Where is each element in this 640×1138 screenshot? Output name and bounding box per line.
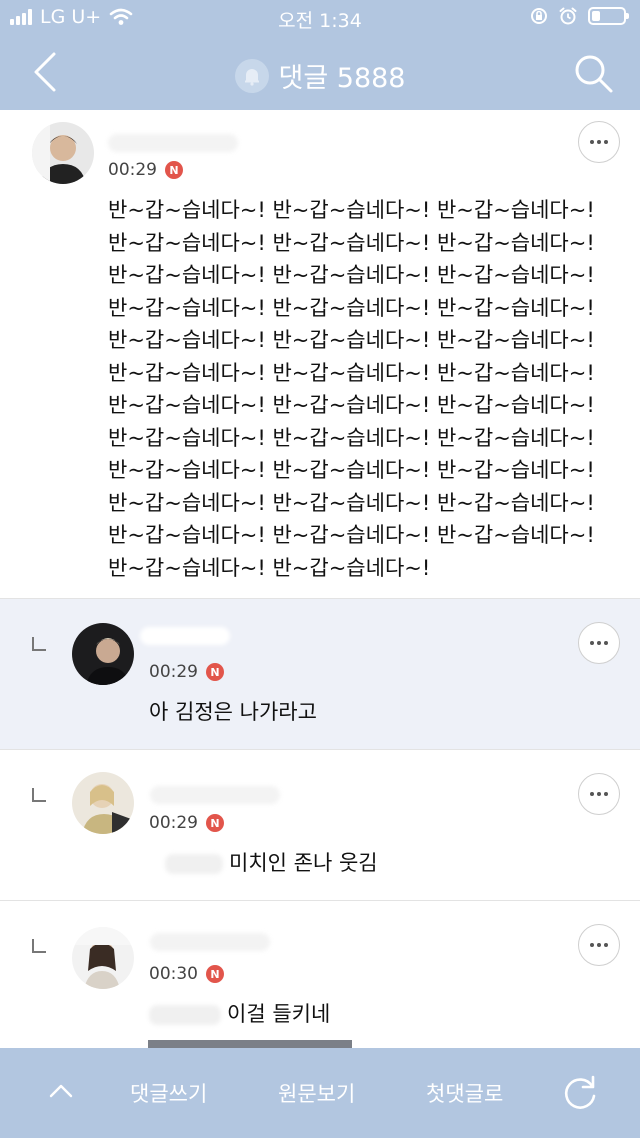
page-title: 댓글 5888: [278, 63, 406, 94]
comment-meta: 00:29 N: [149, 813, 224, 833]
search-icon[interactable]: [572, 52, 614, 94]
first-comment-button[interactable]: 첫댓글로: [426, 1078, 503, 1108]
top-bar: LG U+ 오전 1:34 댓글 5888: [0, 0, 640, 110]
new-badge: N: [165, 161, 183, 179]
comment-meta: 00:29 N: [149, 662, 224, 682]
comment-meta: 00:29 N: [108, 160, 183, 180]
comment-time: 00:29: [108, 160, 157, 180]
bell-icon[interactable]: [234, 58, 269, 93]
comment-text: 이걸 들키네: [149, 998, 330, 1031]
chevron-up-icon[interactable]: [48, 1078, 74, 1104]
comment-text: 반~갑~습네다~! 반~갑~습네다~! 반~갑~습네다~! 반~갑~습네다~! …: [108, 198, 595, 580]
comment-text: 아 김정은 나가라고: [149, 700, 317, 724]
name-redacted: [108, 134, 238, 152]
bottom-toolbar: 댓글쓰기 원문보기 첫댓글로: [0, 1048, 640, 1138]
alarm-icon: [559, 7, 577, 25]
refresh-icon[interactable]: [560, 1072, 600, 1112]
more-options-button[interactable]: [578, 924, 620, 966]
reply-item: 00:29 N 미치인 존나 웃김: [0, 750, 640, 901]
more-options-button[interactable]: [578, 121, 620, 163]
name-redacted: [140, 627, 230, 645]
reply-item: 00:29 N 아 김정은 나가라고: [0, 599, 640, 750]
view-original-button[interactable]: 원문보기: [278, 1078, 355, 1108]
comment-text: 미치인 존나 웃김: [165, 847, 378, 880]
more-options-button[interactable]: [578, 773, 620, 815]
reply-indicator-icon: [32, 939, 46, 953]
name-redacted: [150, 933, 270, 951]
reply-indicator-icon: [32, 788, 46, 802]
new-badge: N: [206, 663, 224, 681]
rotation-lock-icon: [531, 8, 547, 24]
comment-time: 00:29: [149, 662, 198, 682]
write-comment-button[interactable]: 댓글쓰기: [130, 1078, 207, 1108]
comment-time: 00:29: [149, 813, 198, 833]
new-badge: N: [206, 965, 224, 983]
avatar[interactable]: [32, 122, 94, 184]
new-badge: N: [206, 814, 224, 832]
status-bar: LG U+ 오전 1:34: [0, 0, 640, 36]
reply-indicator-icon: [32, 637, 46, 651]
name-redacted: [150, 786, 280, 804]
header: 댓글 5888: [0, 38, 640, 110]
avatar[interactable]: [72, 772, 134, 834]
comment-item: 00:29 N 반~갑~습네다~! 반~갑~습네다~! 반~갑~습네다~! 반~…: [0, 110, 640, 599]
comment-meta: 00:30 N: [149, 964, 224, 984]
battery-icon: [588, 7, 629, 25]
reply-item: 00:30 N 이걸 들키네: [0, 901, 640, 1048]
mention-redacted: [149, 1005, 221, 1025]
avatar[interactable]: [72, 927, 134, 989]
more-options-button[interactable]: [578, 622, 620, 664]
mention-redacted: [165, 854, 223, 874]
avatar[interactable]: [72, 623, 134, 685]
comment-time: 00:30: [149, 964, 198, 984]
